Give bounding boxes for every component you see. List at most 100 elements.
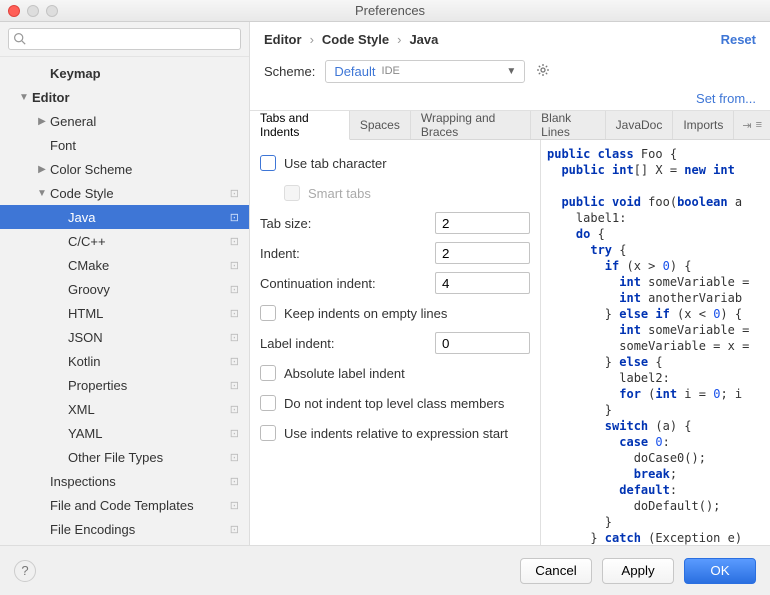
tab-size-label: Tab size: [260, 216, 435, 231]
code-preview: public class Foo { public int[] X = new … [540, 140, 770, 545]
tree-item-yaml[interactable]: YAML⊡ [0, 421, 249, 445]
expand-icon[interactable]: ≡ [756, 119, 762, 131]
label-indent-label: Label indent: [260, 336, 435, 351]
crumb-java[interactable]: Java [409, 32, 438, 47]
breadcrumb: Editor › Code Style › Java Reset [250, 22, 770, 56]
tree-item-html[interactable]: HTML⊡ [0, 301, 249, 325]
tab-javadoc[interactable]: JavaDoc [606, 111, 674, 139]
sidebar: Keymap▼Editor▶GeneralFont▶Color Scheme▼C… [0, 22, 250, 545]
tree-item-label: HTML [68, 306, 230, 321]
close-window-icon[interactable] [8, 5, 20, 17]
use-tab-checkbox[interactable] [260, 155, 276, 171]
scheme-dropdown[interactable]: Default IDE ▼ [325, 60, 525, 83]
no-top-indent-label: Do not indent top level class members [284, 396, 530, 411]
minimize-window-icon[interactable] [27, 5, 39, 17]
tree-item-code-style[interactable]: ▼Code Style⊡ [0, 181, 249, 205]
project-scope-icon: ⊡ [230, 307, 239, 320]
keep-indents-label: Keep indents on empty lines [284, 306, 530, 321]
window-title: Preferences [58, 3, 722, 18]
chevron-right-icon: › [397, 32, 401, 47]
tree-item-json[interactable]: JSON⊡ [0, 325, 249, 349]
tree-item-label: Keymap [50, 66, 239, 81]
search-icon [13, 32, 26, 48]
scheme-gear-icon[interactable] [535, 62, 551, 81]
tree-item-inspections[interactable]: Inspections⊡ [0, 469, 249, 493]
relative-indent-checkbox[interactable] [260, 425, 276, 441]
absolute-label-checkbox[interactable] [260, 365, 276, 381]
label-indent-input[interactable] [435, 332, 530, 354]
tree-item-label: Other File Types [68, 450, 230, 465]
tabs-row: Tabs and IndentsSpacesWrapping and Brace… [250, 110, 770, 140]
tree-item-label: CMake [68, 258, 230, 273]
tree-item-label: Java [68, 210, 230, 225]
tab-size-input[interactable] [435, 212, 530, 234]
indent-input[interactable] [435, 242, 530, 264]
collapse-icon[interactable]: ⇥ [742, 119, 751, 132]
tab-tabs-and-indents[interactable]: Tabs and Indents [250, 111, 350, 140]
tree-item-cmake[interactable]: CMake⊡ [0, 253, 249, 277]
tree-item-other-file-types[interactable]: Other File Types⊡ [0, 445, 249, 469]
project-scope-icon: ⊡ [230, 283, 239, 296]
cancel-button[interactable]: Cancel [520, 558, 592, 584]
tabs-tools[interactable]: ⇥≡ [734, 111, 770, 139]
smart-tabs-checkbox [284, 185, 300, 201]
scheme-label: Scheme: [264, 64, 315, 79]
tree-item-keymap[interactable]: Keymap [0, 61, 249, 85]
reset-link[interactable]: Reset [721, 32, 756, 47]
keep-indents-checkbox[interactable] [260, 305, 276, 321]
no-top-indent-checkbox[interactable] [260, 395, 276, 411]
project-scope-icon: ⊡ [230, 379, 239, 392]
project-scope-icon: ⊡ [230, 211, 239, 224]
tree-item-label: Kotlin [68, 354, 230, 369]
tree-item-label: File Encodings [50, 522, 230, 537]
scheme-name: Default [334, 64, 375, 79]
ok-button[interactable]: OK [684, 558, 756, 584]
settings-tree: Keymap▼Editor▶GeneralFont▶Color Scheme▼C… [0, 57, 249, 545]
project-scope-icon: ⊡ [230, 403, 239, 416]
apply-button[interactable]: Apply [602, 558, 674, 584]
tree-item-file-encodings[interactable]: File Encodings⊡ [0, 517, 249, 541]
set-from-link[interactable]: Set from... [696, 91, 756, 106]
crumb-code-style[interactable]: Code Style [322, 32, 389, 47]
tree-item-c-c-[interactable]: C/C++⊡ [0, 229, 249, 253]
tree-item-label: Groovy [68, 282, 230, 297]
tree-item-xml[interactable]: XML⊡ [0, 397, 249, 421]
project-scope-icon: ⊡ [230, 331, 239, 344]
titlebar: Preferences [0, 0, 770, 22]
tree-item-properties[interactable]: Properties⊡ [0, 373, 249, 397]
tree-item-file-and-code-templates[interactable]: File and Code Templates⊡ [0, 493, 249, 517]
tree-item-editor[interactable]: ▼Editor [0, 85, 249, 109]
tree-item-general[interactable]: ▶General [0, 109, 249, 133]
tab-wrapping-and-braces[interactable]: Wrapping and Braces [411, 111, 531, 139]
tree-item-java[interactable]: Java⊡ [0, 205, 249, 229]
chevron-right-icon: ▶ [36, 116, 48, 127]
help-button[interactable]: ? [14, 560, 36, 582]
tree-item-label: Inspections [50, 474, 230, 489]
tree-item-kotlin[interactable]: Kotlin⊡ [0, 349, 249, 373]
tab-blank-lines[interactable]: Blank Lines [531, 111, 606, 139]
tree-item-label: Editor [32, 90, 239, 105]
tree-item-label: Properties [68, 378, 230, 393]
tree-item-groovy[interactable]: Groovy⊡ [0, 277, 249, 301]
tree-item-label: YAML [68, 426, 230, 441]
project-scope-icon: ⊡ [230, 475, 239, 488]
use-tab-label: Use tab character [284, 156, 530, 171]
tab-spaces[interactable]: Spaces [350, 111, 411, 139]
crumb-editor[interactable]: Editor [264, 32, 302, 47]
project-scope-icon: ⊡ [230, 451, 239, 464]
continuation-indent-label: Continuation indent: [260, 276, 435, 291]
project-scope-icon: ⊡ [230, 499, 239, 512]
tree-item-font[interactable]: Font [0, 133, 249, 157]
tree-item-label: JSON [68, 330, 230, 345]
project-scope-icon: ⊡ [230, 259, 239, 272]
project-scope-icon: ⊡ [230, 427, 239, 440]
continuation-indent-input[interactable] [435, 272, 530, 294]
search-input[interactable] [8, 28, 241, 50]
zoom-window-icon[interactable] [46, 5, 58, 17]
tree-item-color-scheme[interactable]: ▶Color Scheme [0, 157, 249, 181]
tree-item-label: Font [50, 138, 239, 153]
scheme-tag: IDE [382, 65, 400, 77]
tab-imports[interactable]: Imports [673, 111, 734, 139]
chevron-down-icon: ▼ [36, 188, 48, 199]
smart-tabs-label: Smart tabs [308, 186, 530, 201]
